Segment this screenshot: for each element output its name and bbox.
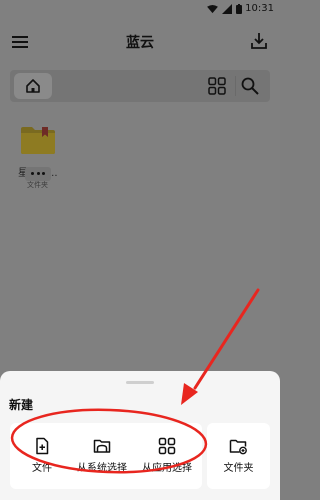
select-from-app-option[interactable]: 从应用选择 bbox=[136, 423, 198, 489]
view-grid-icon[interactable] bbox=[208, 77, 226, 95]
search-icon[interactable] bbox=[240, 76, 260, 96]
new-folder-label: 文件夹 bbox=[223, 463, 254, 474]
path-bar-divider bbox=[235, 76, 236, 96]
home-icon bbox=[26, 79, 40, 93]
status-bar: 10:31 bbox=[0, 0, 280, 20]
new-options-panel: 文件 从系统选择 从应用选择 bbox=[10, 423, 202, 489]
wifi-icon bbox=[207, 4, 218, 13]
apps-grid-icon bbox=[158, 437, 176, 455]
status-icons bbox=[207, 4, 242, 14]
folder-browse-icon bbox=[93, 439, 111, 453]
sheet-drag-handle[interactable] bbox=[126, 381, 154, 384]
sheet-title: 新建 bbox=[9, 398, 34, 412]
new-file-label: 文件 bbox=[32, 463, 52, 474]
app-bar: 蓝云 bbox=[0, 22, 280, 62]
select-from-app-label: 从应用选择 bbox=[142, 463, 192, 474]
signal-icon bbox=[222, 4, 232, 14]
home-button[interactable] bbox=[14, 73, 52, 99]
file-type: 文件夹 bbox=[27, 181, 48, 189]
new-file-option[interactable]: 文件 bbox=[24, 423, 60, 489]
starred-folder-icon bbox=[21, 127, 55, 154]
path-bar bbox=[10, 70, 270, 102]
download-icon[interactable] bbox=[249, 31, 269, 51]
new-bottom-sheet: 新建 文件 从系统选择 从应用选择 文件夹 bbox=[0, 371, 280, 500]
new-folder-panel: 文件夹 bbox=[207, 423, 270, 489]
battery-icon bbox=[236, 4, 242, 14]
new-folder-option[interactable]: 文件夹 bbox=[207, 423, 270, 489]
file-more-button[interactable] bbox=[25, 167, 51, 181]
select-from-system-option[interactable]: 从系统选择 bbox=[71, 423, 133, 489]
app-title: 蓝云 bbox=[126, 35, 154, 51]
status-time: 10:31 bbox=[245, 3, 274, 14]
file-add-icon bbox=[36, 437, 49, 455]
select-from-system-label: 从系统选择 bbox=[77, 463, 127, 474]
folder-add-icon bbox=[229, 439, 247, 455]
